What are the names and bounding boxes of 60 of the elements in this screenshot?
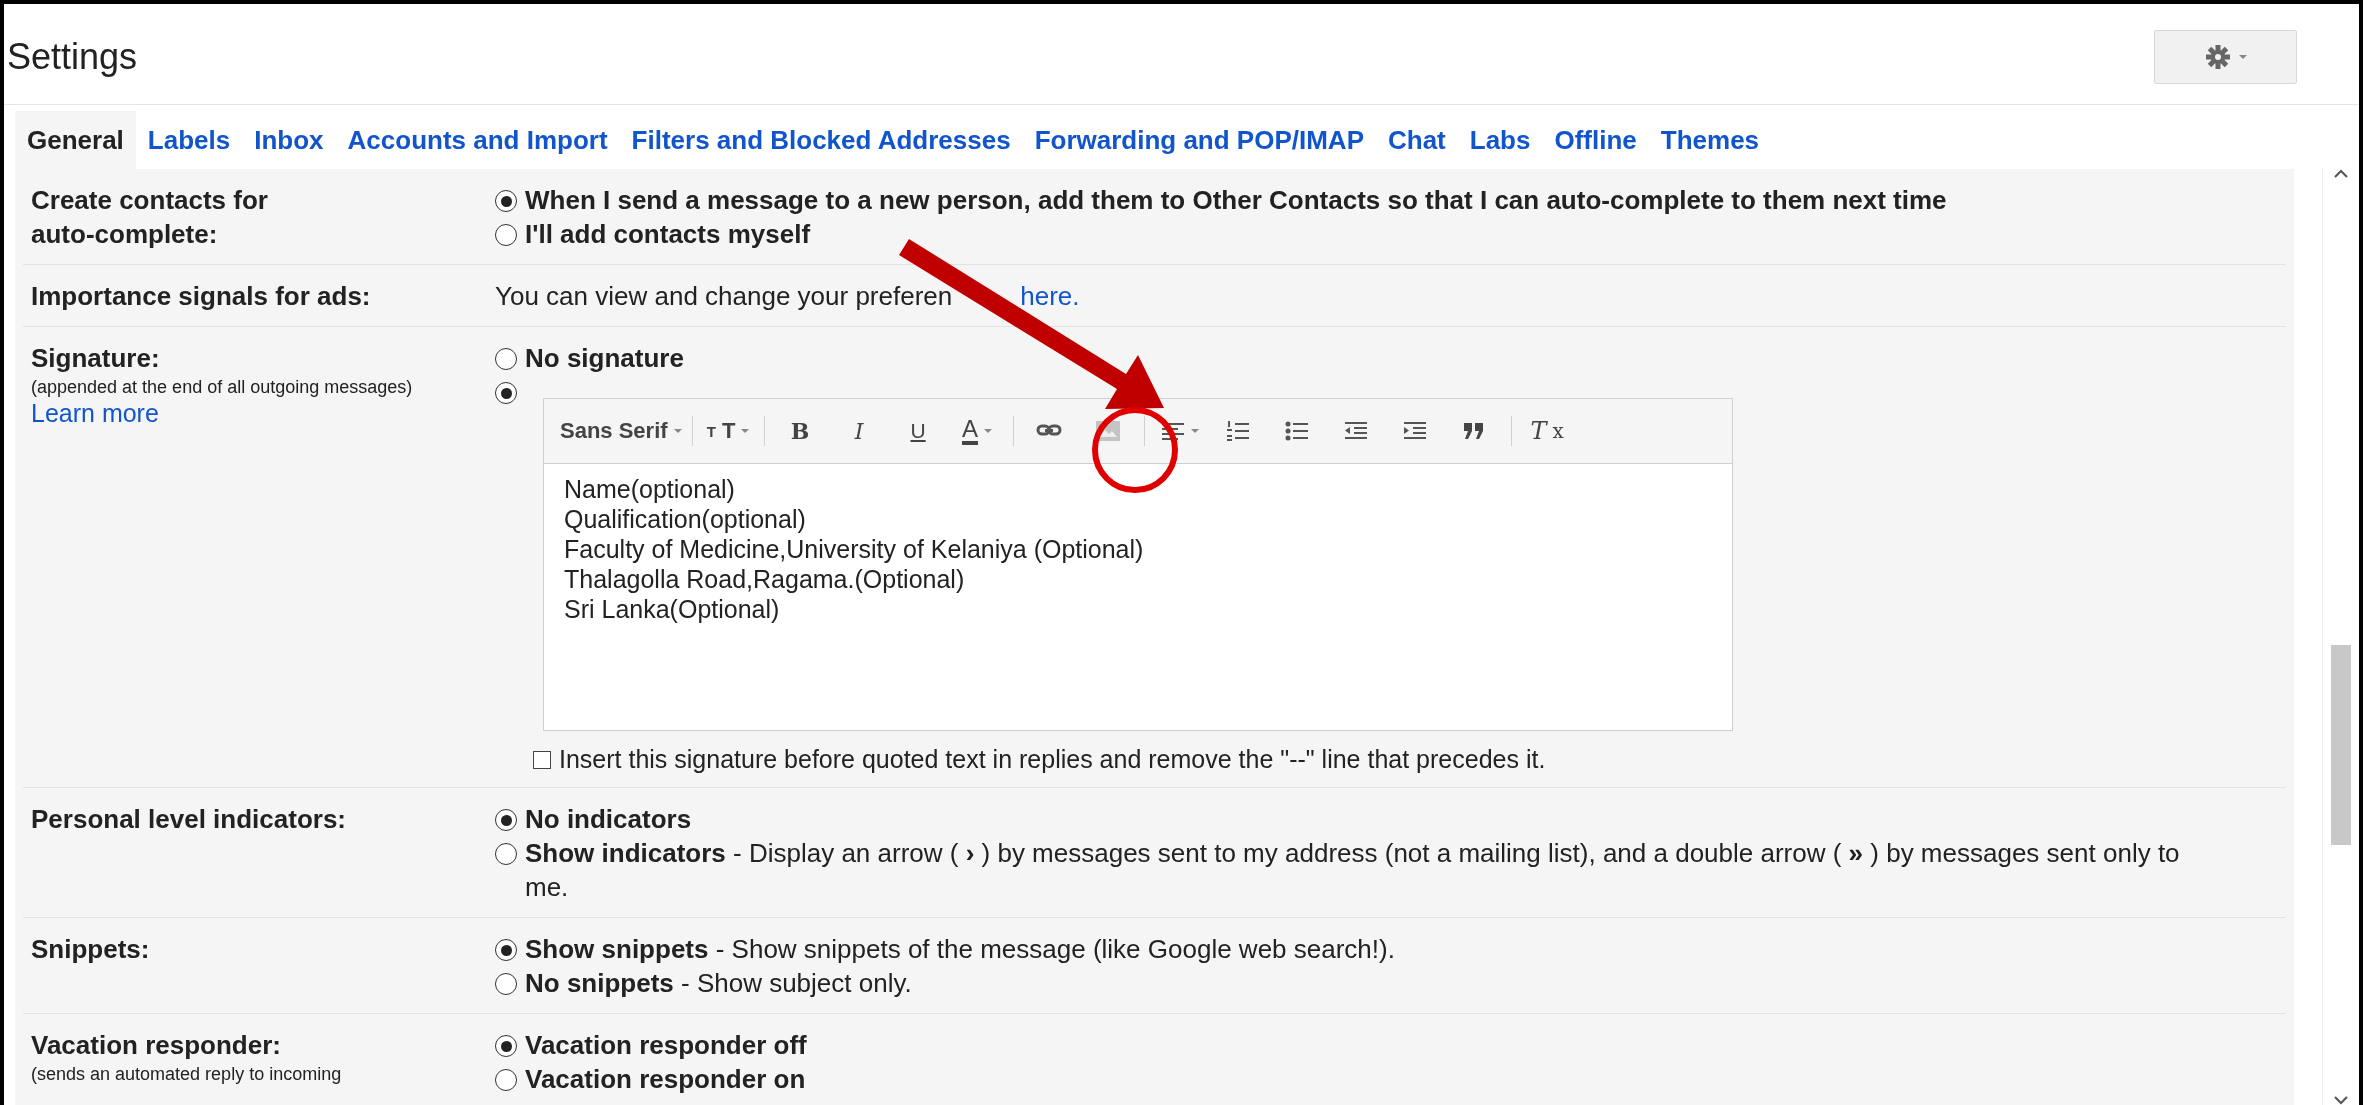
- learn-more-link[interactable]: Learn more: [31, 399, 159, 428]
- text-color-button[interactable]: A: [949, 411, 1005, 451]
- settings-tab[interactable]: Themes: [1648, 111, 1772, 169]
- settings-tab[interactable]: Forwarding and POP/IMAP: [1022, 111, 1376, 169]
- settings-tab[interactable]: Offline: [1542, 111, 1649, 169]
- preferences-text: You can view and change your preferen: [495, 281, 953, 311]
- signature-line: Sri Lanka(Optional): [564, 594, 781, 624]
- setting-label: Vacation responder:: [31, 1029, 282, 1062]
- setting-label: Signature:: [31, 342, 161, 375]
- here-link[interactable]: here.: [1020, 281, 1080, 311]
- signature-line: Name(optional): [564, 474, 736, 504]
- bold-button[interactable]: B: [772, 411, 828, 451]
- option-label: When I send a message to a new person, add them to Other Contacts so that I can auto-complete to them next time: [525, 184, 1947, 217]
- checkbox-label: Insert this signature before quoted text in replies and remove the "--" line that precedes it.: [559, 745, 1546, 774]
- radio-button[interactable]: [495, 382, 517, 404]
- radio-button[interactable]: [495, 809, 517, 831]
- settings-tab[interactable]: Accounts and Import: [335, 111, 620, 169]
- setting-note: (sends an automated reply to incoming: [31, 1064, 342, 1085]
- settings-tab[interactable]: Labels: [135, 111, 243, 169]
- gear-icon: [2204, 44, 2231, 70]
- settings-button[interactable]: [2154, 30, 2297, 84]
- setting-label: Create contacts for auto-complete:: [31, 184, 269, 251]
- align-icon: [1161, 420, 1186, 442]
- radio-button[interactable]: [495, 939, 517, 961]
- radio-button[interactable]: [495, 843, 517, 865]
- italic-button[interactable]: I: [831, 411, 887, 451]
- scrollbar-thumb[interactable]: [2331, 645, 2351, 845]
- option-label: Vacation responder off: [525, 1029, 807, 1062]
- signature-text-area[interactable]: Name(optional) Qualification(optional) Faculty of Medicine,University of Kelaniya (Optional) Thalagolla Road,Ragama.(Optional) Sri Lanka(Optional): [544, 464, 1732, 730]
- scroll-down-icon[interactable]: [2334, 1095, 2348, 1105]
- underline-button[interactable]: U: [890, 411, 946, 451]
- option-label: Vacation responder on: [525, 1063, 806, 1096]
- font-dropdown[interactable]: Sans Serif: [558, 411, 684, 451]
- setting-note: (appended at the end of all outgoing messages): [31, 377, 413, 398]
- radio-button[interactable]: [495, 1035, 517, 1057]
- radio-button[interactable]: [495, 224, 517, 246]
- option-label: Show snippets - Show snippets of the message (like Google web search!).: [525, 933, 1395, 966]
- signature-line: Thalagolla Road,Ragama.(Optional): [564, 564, 966, 594]
- settings-tab[interactable]: Filters and Blocked Addresses: [619, 111, 1023, 169]
- radio-button[interactable]: [495, 190, 517, 212]
- settings-tab[interactable]: Inbox: [242, 111, 336, 169]
- settings-tab[interactable]: Labs: [1457, 111, 1543, 169]
- option-label: Show indicators - Display an arrow ( › ) by messages sent to my address (not a mailing list), and a double arrow ( » ) by messages sent only to me.: [525, 837, 2181, 904]
- setting-label: Importance signals for ads:: [31, 280, 372, 313]
- radio-button[interactable]: [495, 973, 517, 995]
- scroll-up-icon[interactable]: [2334, 169, 2348, 179]
- option-label: No signature: [525, 342, 684, 375]
- signature-line: Faculty of Medicine,University of Kelaniya (Optional): [564, 534, 1145, 564]
- radio-button[interactable]: [495, 1069, 517, 1091]
- signature-line: Qualification(optional): [564, 504, 807, 534]
- checkbox[interactable]: [533, 750, 551, 769]
- page-title: Settings: [7, 36, 138, 78]
- radio-button[interactable]: [495, 348, 517, 370]
- settings-tab[interactable]: General: [15, 111, 136, 169]
- option-label: I'll add contacts myself: [525, 218, 811, 251]
- settings-tab[interactable]: Chat: [1376, 111, 1458, 169]
- setting-label: Snippets:: [31, 933, 151, 966]
- option-label: No snippets - Show subject only.: [525, 967, 912, 1000]
- setting-label: Personal level indicators:: [31, 803, 347, 836]
- option-label: No indicators: [525, 803, 692, 836]
